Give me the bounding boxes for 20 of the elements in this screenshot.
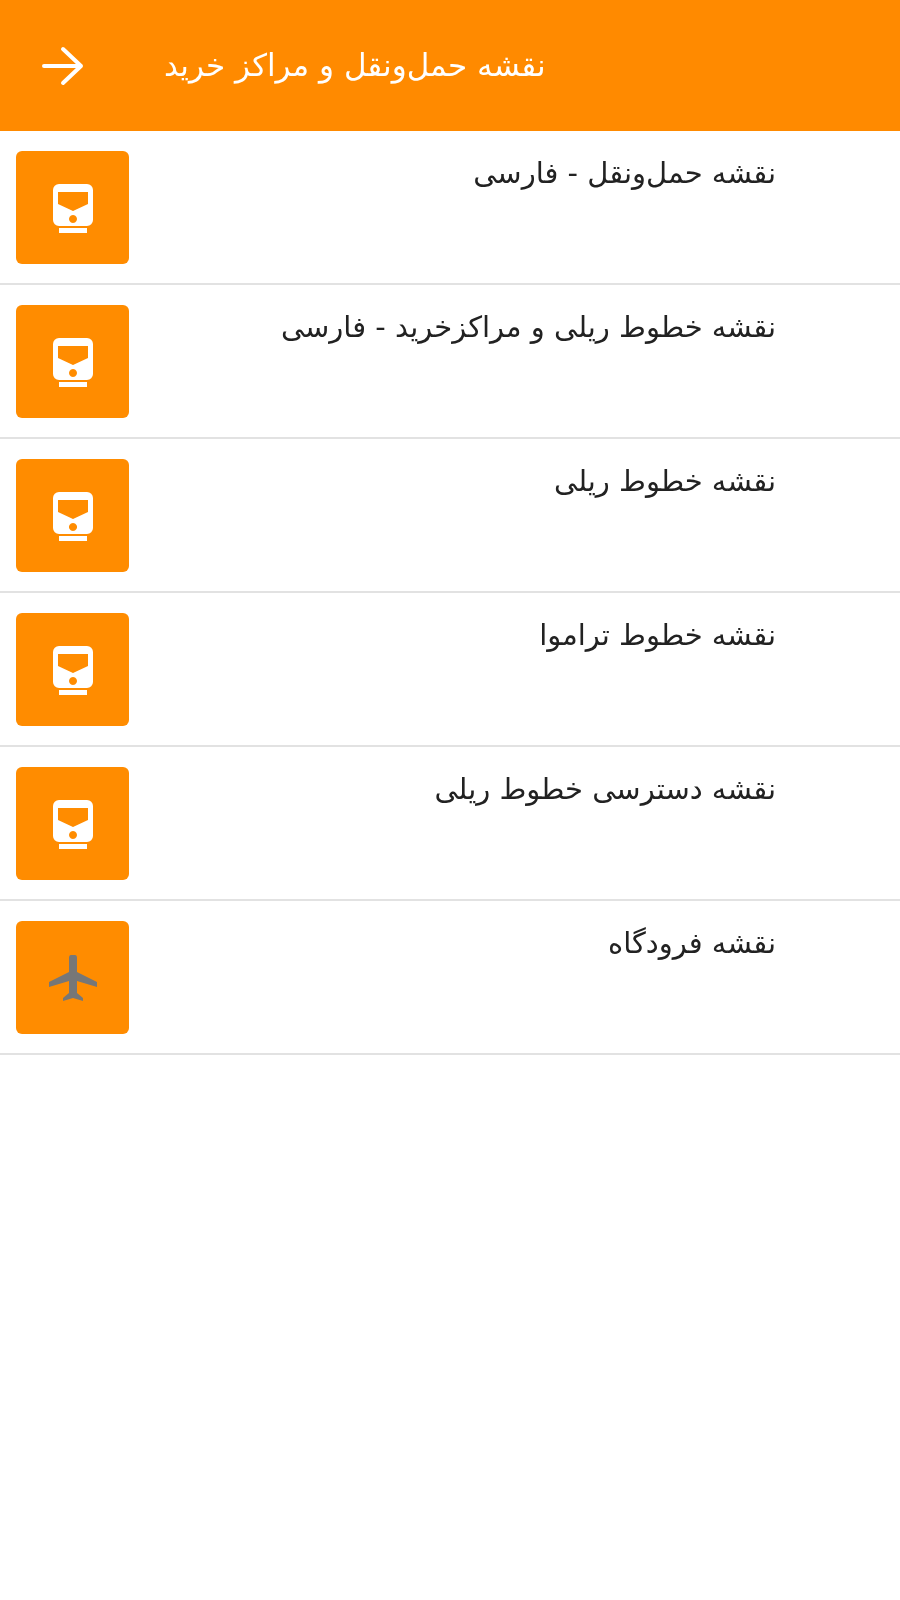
item-label: نقشه دسترسی خطوط ریلی [434,772,776,807]
item-label: نقشه خطوط ریلی [554,464,776,499]
list-item[interactable]: نقشه فرودگاه [0,901,900,1055]
train-icon [52,335,93,388]
list-item[interactable]: نقشه خطوط ریلی و مراکزخرید - فارسی [0,285,900,439]
train-icon [52,181,93,234]
airplane-icon [48,952,97,1003]
list-item[interactable]: نقشه خطوط ریلی [0,439,900,593]
item-label: نقشه حمل‌ونقل - فارسی [473,156,776,191]
list-item[interactable]: نقشه دسترسی خطوط ریلی [0,747,900,901]
item-label: نقشه فرودگاه [608,926,776,961]
app-bar-title: نقشه حمل‌ونقل و مراکز خرید [164,46,546,86]
list-item[interactable]: نقشه حمل‌ونقل - فارسی [0,131,900,285]
train-icon [52,489,93,542]
train-icon [52,797,93,850]
item-label: نقشه خطوط تراموا [539,618,776,653]
item-label: نقشه خطوط ریلی و مراکزخرید - فارسی [280,310,776,345]
list-item[interactable]: نقشه خطوط تراموا [0,593,900,747]
train-icon [52,643,93,696]
back-arrow-icon [41,45,85,86]
